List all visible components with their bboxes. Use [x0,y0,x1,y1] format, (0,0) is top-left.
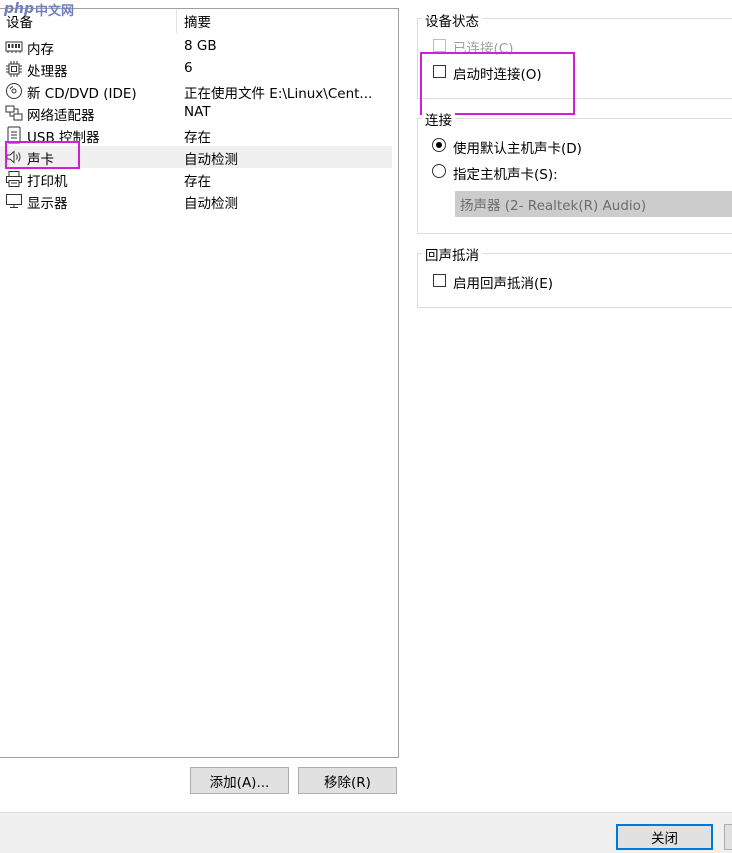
watermark-site-text: 中文网 [35,3,75,19]
device-list-panel[interactable]: 设备 摘要 内存 8 GB 处理器 6 新 CD/DVD (IDE) 正在使用文… [0,8,399,758]
specify-sound-card-radio[interactable] [432,164,446,178]
site-watermark: php 中文网 [4,0,75,19]
column-header-summary[interactable]: 摘要 [178,9,384,33]
column-header-summary-label: 摘要 [184,15,211,31]
connected-checkbox[interactable] [433,39,446,52]
device-row-usb-controller[interactable]: USB 控制器 存在 [0,124,392,146]
display-icon [5,192,23,210]
next-button-partial[interactable] [724,824,732,850]
processor-icon [5,60,23,78]
device-summary: 自动检测 [184,152,238,168]
device-row-processor[interactable]: 处理器 6 [0,58,392,80]
device-status-title: 设备状态 [422,10,482,30]
device-name: 打印机 [27,174,68,190]
remove-device-button[interactable]: 移除(R) [298,767,397,794]
device-summary: 存在 [184,130,211,146]
device-summary: NAT [184,104,211,120]
device-row-network-adapter[interactable]: 网络适配器 NAT [0,102,392,124]
close-button[interactable]: 关闭 [616,824,713,850]
host-sound-card-value: 扬声器 (2- Realtek(R) Audio) [460,198,647,214]
device-row-memory[interactable]: 内存 8 GB [0,36,392,58]
remove-device-button-label: 移除(R) [324,774,371,791]
device-name: 处理器 [27,64,68,80]
device-name: 声卡 [27,152,54,168]
device-status-group [417,18,732,99]
device-summary: 自动检测 [184,196,238,212]
device-name: USB 控制器 [27,130,100,146]
add-device-button[interactable]: 添加(A)... [190,767,289,794]
echo-cancellation-title: 回声抵消 [422,244,482,264]
network-adapter-icon [5,104,23,122]
use-default-sound-card-radio[interactable] [432,138,446,152]
connect-at-power-on-label: 启动时连接(O) [453,67,542,83]
close-button-label: 关闭 [651,831,678,847]
connected-label: 已连接(C) [453,41,514,57]
cd-dvd-icon [5,82,23,100]
device-row-printer[interactable]: 打印机 存在 [0,168,392,190]
specify-sound-card-label: 指定主机声卡(S): [453,167,558,183]
device-summary: 存在 [184,174,211,190]
device-name: 新 CD/DVD (IDE) [27,86,137,102]
sound-card-icon [5,148,23,166]
device-summary: 正在使用文件 E:\Linux\Cent... [184,86,373,102]
enable-echo-cancellation-checkbox[interactable] [433,274,446,287]
device-name: 显示器 [27,196,68,212]
usb-controller-icon [5,126,23,144]
device-name: 内存 [27,42,54,58]
use-default-sound-card-label: 使用默认主机声卡(D) [453,141,582,157]
connection-title: 连接 [422,109,455,129]
device-row-cd-dvd[interactable]: 新 CD/DVD (IDE) 正在使用文件 E:\Linux\Cent... [0,80,392,102]
host-sound-card-select[interactable]: 扬声器 (2- Realtek(R) Audio) [455,191,732,217]
device-row-sound-card[interactable]: 声卡 自动检测 [0,146,392,168]
device-name: 网络适配器 [27,108,95,124]
printer-icon [5,170,23,188]
device-summary: 8 GB [184,38,217,54]
enable-echo-cancellation-label: 启用回声抵消(E) [453,276,554,292]
device-row-display[interactable]: 显示器 自动检测 [0,190,392,212]
device-summary: 6 [184,60,193,76]
connect-at-power-on-checkbox[interactable] [433,65,446,78]
watermark-php-text: php [4,1,35,17]
add-device-button-label: 添加(A)... [209,774,270,791]
memory-icon [5,38,23,56]
